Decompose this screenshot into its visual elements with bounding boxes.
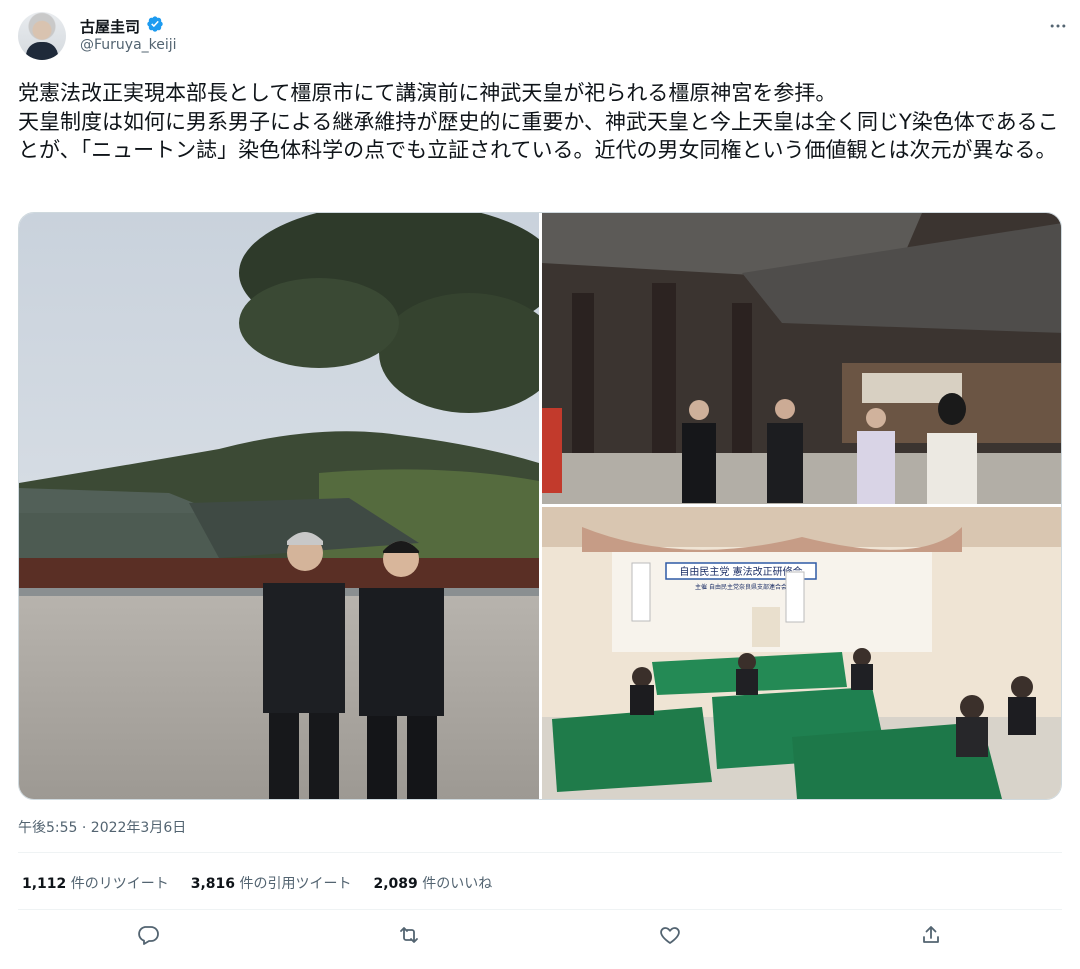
photo-shrine-portrait[interactable] <box>19 213 539 799</box>
divider-top <box>18 852 1062 853</box>
reply-icon[interactable] <box>136 923 160 947</box>
tweet-text: 党憲法改正実現本部長として橿原市にて講演前に神武天皇が祀られる橿原神宮を参拝。 … <box>18 81 1059 162</box>
quotes-count: 3,816 <box>190 876 236 892</box>
engagement-stats: 1,112 件のリツイート 3,816 件の引用ツイート 2,089 件のいいね <box>22 873 492 893</box>
retweets-label: 件のリツイート <box>70 876 169 892</box>
photo-shrine-procession[interactable] <box>542 213 1061 504</box>
photo-seminar-hall[interactable]: 自由民主党 憲法改正研修会 主催 自由民主党奈良県支部連合会 <box>542 507 1061 799</box>
retweets-stat[interactable]: 1,112 件のリツイート <box>22 873 169 893</box>
heart-icon[interactable] <box>658 923 682 947</box>
tweet-header: 古屋圭司 @Furuya_keiji <box>18 12 1068 62</box>
retweets-count: 1,112 <box>22 876 67 892</box>
likes-label: 件のいいね <box>422 876 493 892</box>
divider-bottom <box>18 909 1062 910</box>
more-icon[interactable] <box>1048 16 1068 36</box>
retweet-icon[interactable] <box>397 923 421 947</box>
author-display-name[interactable]: 古屋圭司 <box>80 16 140 37</box>
quotes-stat[interactable]: 3,816 件の引用ツイート <box>191 873 352 893</box>
tweet-actions <box>0 920 1080 950</box>
quotes-label: 件の引用ツイート <box>239 876 352 892</box>
banner-title: 自由民主党 憲法改正研修会 <box>679 565 802 578</box>
author-handle[interactable]: @Furuya_keiji <box>80 37 177 53</box>
banner-subtitle: 主催 自由民主党奈良県支部連合会 <box>695 583 787 591</box>
likes-stat[interactable]: 2,089 件のいいね <box>374 873 493 893</box>
share-icon[interactable] <box>919 923 943 947</box>
media-grid: 自由民主党 憲法改正研修会 主催 自由民主党奈良県支部連合会 <box>18 212 1062 800</box>
tweet-timestamp[interactable]: 午後5:55 · 2022年3月6日 <box>18 817 186 837</box>
author-avatar[interactable] <box>18 12 66 60</box>
verified-badge-icon <box>146 15 164 33</box>
likes-count: 2,089 <box>373 876 418 892</box>
